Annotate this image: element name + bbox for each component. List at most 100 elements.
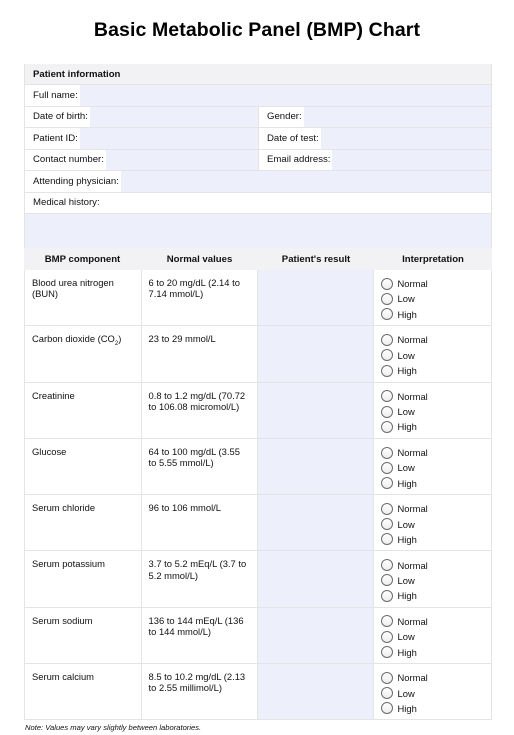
normal-values-cell: 0.8 to 1.2 mg/dL (70.72 to 106.08 microm… (142, 382, 259, 438)
date-of-test-field[interactable] (320, 128, 491, 149)
attending-physician-field[interactable] (120, 171, 491, 192)
interpretation-option-high[interactable]: High (380, 644, 491, 659)
radio-button-icon[interactable] (380, 687, 393, 700)
patient-result-field[interactable] (258, 495, 374, 551)
interpretation-option-high[interactable]: High (380, 363, 491, 378)
interpretation-option-normal[interactable]: Normal (380, 389, 491, 404)
radio-button-icon[interactable] (380, 702, 393, 715)
radio-button-icon[interactable] (380, 589, 393, 602)
interpretation-option-low[interactable]: Low (380, 629, 491, 644)
interpretation-option-normal[interactable]: Normal (380, 445, 491, 460)
interpretation-option-low[interactable]: Low (380, 291, 491, 306)
interpretation-option-label: Low (397, 574, 415, 586)
interpretation-option-label: Low (397, 518, 415, 530)
interpretation-cell: Normal Low High (374, 664, 491, 719)
date-of-birth-label: Date of birth: (25, 106, 90, 127)
patient-info-header-label: Patient information (33, 68, 121, 80)
patient-result-field[interactable] (258, 270, 374, 326)
patient-result-field[interactable] (258, 326, 374, 382)
interpretation-option-label: Normal (397, 447, 428, 459)
interpretation-option-high[interactable]: High (380, 701, 491, 716)
radio-button-icon[interactable] (380, 559, 393, 572)
interpretation-option-low[interactable]: Low (380, 516, 491, 531)
interpretation-option-high[interactable]: High (380, 419, 491, 434)
interpretation-option-low[interactable]: Low (380, 348, 491, 363)
bmp-component-cell: Serum chloride (25, 495, 142, 551)
radio-button-icon[interactable] (380, 533, 393, 546)
patient-result-field[interactable] (258, 438, 374, 495)
bmp-table-header: BMP component Normal values Patient's re… (24, 248, 492, 270)
interpretation-option-normal[interactable]: Normal (380, 670, 491, 685)
interpretation-option-normal[interactable]: Normal (380, 332, 491, 347)
radio-button-icon[interactable] (380, 574, 393, 587)
radio-button-icon[interactable] (380, 615, 393, 628)
date-of-test-label: Date of test: (259, 128, 321, 149)
radio-button-icon[interactable] (380, 446, 393, 459)
interpretation-option-low[interactable]: Low (380, 404, 491, 419)
patient-result-field[interactable] (258, 664, 374, 720)
patient-id-field[interactable] (79, 128, 258, 149)
interpretation-option-low[interactable]: Low (380, 685, 491, 700)
radio-button-icon[interactable] (380, 630, 393, 643)
full-name-label: Full name: (25, 85, 80, 106)
patient-result-field[interactable] (258, 551, 374, 607)
interpretation-option-label: High (397, 533, 417, 545)
interpretation-option-low[interactable]: Low (380, 573, 491, 588)
radio-button-icon[interactable] (380, 461, 393, 474)
patient-result-field[interactable] (258, 607, 374, 664)
radio-button-icon[interactable] (380, 502, 393, 515)
radio-button-icon[interactable] (380, 292, 393, 305)
radio-button-icon[interactable] (380, 477, 393, 490)
interpretation-option-label: High (397, 365, 417, 377)
radio-button-icon[interactable] (380, 277, 393, 290)
table-row: Blood urea nitrogen (BUN) 6 to 20 mg/dL (… (24, 270, 492, 327)
email-address-label: Email address: (259, 149, 333, 170)
physician-row: Attending physician: (25, 171, 491, 193)
email-address-field[interactable] (332, 149, 491, 170)
medical-history-field[interactable] (25, 214, 491, 248)
interpretation-option-label: High (397, 646, 417, 658)
normal-values-cell: 6 to 20 mg/dL (2.14 to 7.14 mmol/L) (142, 270, 259, 326)
interpretation-option-label: High (397, 702, 417, 714)
radio-button-icon[interactable] (380, 420, 393, 433)
header-interpretation: Interpretation (402, 253, 464, 265)
full-name-field[interactable] (79, 85, 491, 106)
interpretation-option-label: Normal (397, 278, 428, 290)
interpretation-option-label: Low (397, 462, 415, 474)
interpretation-option-label: Low (397, 406, 415, 418)
radio-button-icon[interactable] (380, 646, 393, 659)
interpretation-option-high[interactable]: High (380, 532, 491, 547)
patient-result-field[interactable] (258, 382, 374, 438)
table-row: Serum chloride 96 to 106 mmol/L Normal Low H… (24, 495, 492, 552)
header-normal-values: Normal values (166, 253, 233, 265)
interpretation-option-high[interactable]: High (380, 475, 491, 490)
radio-button-icon[interactable] (380, 333, 393, 346)
interpretation-option-label: Normal (397, 672, 428, 684)
interpretation-option-low[interactable]: Low (380, 460, 491, 475)
radio-button-icon[interactable] (380, 518, 393, 531)
medical-history-label: Medical history: (25, 192, 102, 213)
bmp-component-name: Creatinine (32, 389, 75, 401)
contact-number-field[interactable] (105, 149, 258, 170)
date-of-birth-field[interactable] (89, 106, 258, 127)
interpretation-option-high[interactable]: High (380, 307, 491, 322)
patient-info-section: Patient information Full name: Date of b… (24, 64, 492, 249)
radio-button-icon[interactable] (380, 349, 393, 362)
interpretation-option-normal[interactable]: Normal (380, 276, 491, 291)
bmp-component-cell: Creatinine (25, 382, 142, 438)
interpretation-option-high[interactable]: High (380, 588, 491, 603)
radio-button-icon[interactable] (380, 364, 393, 377)
radio-button-icon[interactable] (380, 671, 393, 684)
interpretation-option-label: Low (397, 293, 415, 305)
interpretation-option-normal[interactable]: Normal (380, 557, 491, 572)
bmp-component-name: Serum sodium (32, 614, 93, 626)
interpretation-option-normal[interactable]: Normal (380, 614, 491, 629)
interpretation-option-label: Normal (397, 503, 428, 515)
gender-field[interactable] (303, 106, 491, 127)
interpretation-cell: Normal Low High (374, 495, 491, 550)
header-bmp-component: BMP component (44, 253, 121, 265)
radio-button-icon[interactable] (380, 390, 393, 403)
interpretation-option-normal[interactable]: Normal (380, 501, 491, 516)
radio-button-icon[interactable] (380, 308, 393, 321)
radio-button-icon[interactable] (380, 405, 393, 418)
